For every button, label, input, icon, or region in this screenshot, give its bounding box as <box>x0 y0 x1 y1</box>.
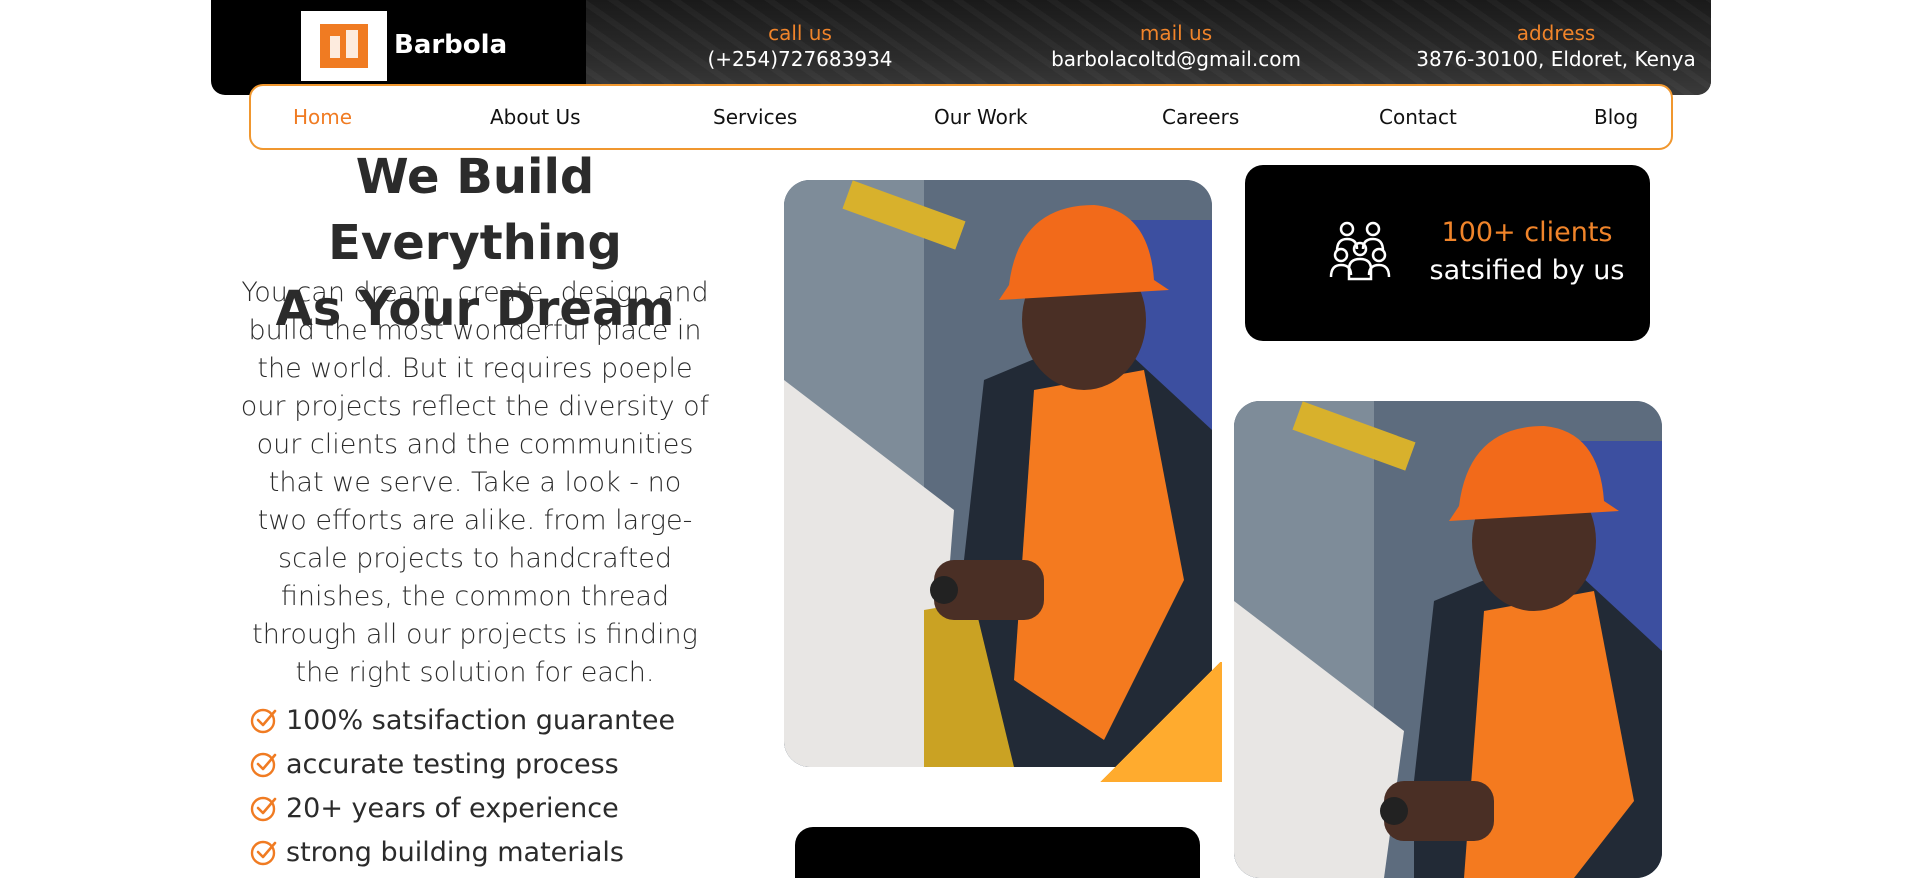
nav-blog[interactable]: Blog <box>1594 86 1638 148</box>
orange-accent-shape <box>1098 662 1222 782</box>
nav-contact[interactable]: Contact <box>1379 86 1457 148</box>
feature-list: 100% satsifaction guarantee accurate tes… <box>250 698 675 874</box>
nav-services[interactable]: Services <box>713 86 797 148</box>
feature-text: accurate testing process <box>286 748 619 780</box>
feature-item: 20+ years of experience <box>250 786 675 830</box>
worker-photo-secondary <box>1234 401 1662 878</box>
check-circle-icon <box>250 796 277 822</box>
hero-title-line1: We Build Everything <box>328 149 622 271</box>
feature-text: 20+ years of experience <box>286 792 619 824</box>
info-card <box>795 827 1200 878</box>
call-value[interactable]: (+254)727683934 <box>640 46 960 72</box>
call-label: call us <box>768 21 832 45</box>
check-circle-icon <box>250 708 277 734</box>
building-logo-icon <box>320 24 368 68</box>
mail-value[interactable]: barbolacoltd@gmail.com <box>1016 46 1336 72</box>
feature-item: strong building materials <box>250 830 675 874</box>
contact-mail: mail us barbolacoltd@gmail.com <box>1016 20 1336 72</box>
nav-home[interactable]: Home <box>293 86 352 148</box>
clients-stat-card: 100+ clients satsified by us <box>1245 165 1650 341</box>
contact-call: call us (+254)727683934 <box>640 20 960 72</box>
feature-item: accurate testing process <box>250 742 675 786</box>
clients-subtitle: satsified by us <box>1429 255 1625 286</box>
top-header: Barbola call us (+254)727683934 mail us … <box>211 0 1711 95</box>
nav-careers[interactable]: Careers <box>1162 86 1239 148</box>
clients-count: 100+ clients <box>1441 217 1613 248</box>
feature-item: 100% satsifaction guarantee <box>250 698 675 742</box>
check-circle-icon <box>250 752 277 778</box>
logo[interactable] <box>301 11 387 81</box>
address-label: address <box>1516 21 1596 45</box>
people-group-icon <box>1329 221 1391 281</box>
main-nav: Home About Us Services Our Work Careers … <box>249 84 1673 150</box>
nav-about-us[interactable]: About Us <box>490 86 581 148</box>
contact-address: address 3876-30100, Eldoret, Kenya <box>1396 20 1711 72</box>
brand-name: Barbola <box>394 30 508 60</box>
address-value: 3876-30100, Eldoret, Kenya <box>1416 47 1696 71</box>
check-circle-icon <box>250 840 277 866</box>
feature-text: strong building materials <box>286 836 625 868</box>
hero-description: You can dream, create, design and build … <box>240 277 710 688</box>
nav-our-work[interactable]: Our Work <box>934 86 1028 148</box>
feature-text: 100% satsifaction guarantee <box>286 704 676 736</box>
mail-label: mail us <box>1139 21 1213 45</box>
